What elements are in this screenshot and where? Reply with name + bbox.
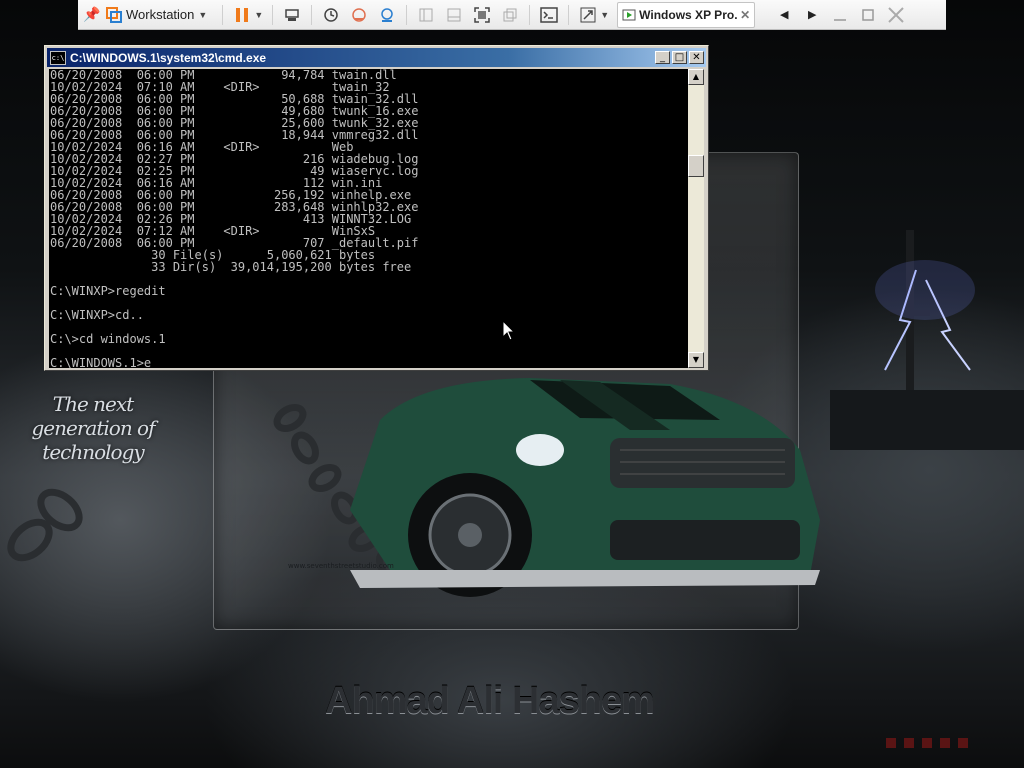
cmd-window-title: C:\WINDOWS.1\system32\cmd.exe <box>70 50 267 65</box>
send-keys-icon <box>285 8 299 21</box>
vm-tab-label: Windows XP Pro... <box>639 7 738 22</box>
workstation-menu[interactable]: Workstation ▼ <box>106 6 211 23</box>
chevron-down-icon[interactable]: ▼ <box>600 10 609 20</box>
unity-icon <box>503 8 517 21</box>
cmd-titlebar[interactable]: c:\ C:\WINDOWS.1\system32\cmd.exe _ □ ✕ <box>47 48 706 67</box>
console-view-button[interactable] <box>538 4 560 26</box>
toolbar-separator <box>311 4 313 25</box>
dot <box>940 738 950 748</box>
full-screen-icon <box>474 6 490 23</box>
vmware-toolbar: 📌 Workstation ▼ ▼ ▼ Windows XP Pro... ✕ … <box>78 0 946 30</box>
console-line: C:\>cd windows.1 <box>50 332 166 346</box>
toolbar-separator <box>272 4 274 25</box>
console-text[interactable]: 06/20/2008 06:00 PM 94,784 twain.dll 10/… <box>49 69 691 368</box>
maximize-button[interactable]: □ <box>672 51 687 64</box>
wallpaper-url-text: www.seventhstreetstudio.com <box>288 562 394 570</box>
tower-lightning-illustration <box>830 230 1024 450</box>
console-line: C:\WINXP>cd.. <box>50 308 144 322</box>
restore-icon[interactable] <box>857 4 879 26</box>
tab-scroll-right-icon[interactable]: ▶ <box>801 4 823 26</box>
revert-snapshot-icon <box>352 7 366 22</box>
toolbar-separator <box>406 4 408 25</box>
dot <box>886 738 896 748</box>
scroll-up-icon[interactable]: ▲ <box>688 69 704 85</box>
tab-scroll-left-icon[interactable]: ◀ <box>773 4 795 26</box>
close-button[interactable]: ✕ <box>689 51 704 64</box>
dot <box>922 738 932 748</box>
maximize-icon: □ <box>674 52 685 63</box>
wallpaper-dots <box>886 738 968 748</box>
wallpaper-tagline: The next generation of technology <box>31 392 156 464</box>
minimize-icon[interactable] <box>829 4 851 26</box>
pause-icon <box>236 7 249 22</box>
chevron-down-icon: ▼ <box>198 9 208 20</box>
wallpaper-signature: Ahmad Ali Hashem <box>325 680 655 722</box>
console-line: C:\WINDOWS.1>e <box>50 356 152 368</box>
close-icon[interactable] <box>885 4 907 26</box>
thumbnail-bar-icon <box>447 8 461 21</box>
snapshot-button[interactable] <box>320 4 342 26</box>
snapshot-manager-icon <box>381 7 393 22</box>
close-icon[interactable]: ✕ <box>740 8 750 22</box>
snapshot-clock-icon <box>324 7 338 22</box>
stretch-icon <box>580 7 596 22</box>
chevron-down-icon[interactable]: ▼ <box>254 10 263 20</box>
scrollbar-thumb[interactable] <box>688 155 704 177</box>
mouse-cursor-icon <box>502 320 516 341</box>
minimize-button[interactable]: _ <box>655 51 670 64</box>
unity-button[interactable] <box>499 4 521 26</box>
scroll-down-icon[interactable]: ▼ <box>688 352 704 368</box>
show-thumbnail-button[interactable] <box>443 4 465 26</box>
cmd-icon[interactable]: c:\ <box>50 50 66 65</box>
vertical-scrollbar[interactable]: ▲ ▼ <box>688 69 704 368</box>
toolbar-separator <box>568 4 570 25</box>
cmd-window[interactable]: c:\ C:\WINDOWS.1\system32\cmd.exe _ □ ✕ … <box>44 45 709 371</box>
console-line: C:\WINXP>regedit <box>50 284 166 298</box>
vm-running-icon <box>622 9 636 20</box>
stretch-guest-button[interactable] <box>577 4 599 26</box>
console-line: 33 Dir(s) 39,014,195,200 bytes free <box>50 260 412 274</box>
toolbar-separator <box>529 4 531 25</box>
dot <box>904 738 914 748</box>
send-keys-button[interactable] <box>281 4 303 26</box>
vm-tab-windows-xp[interactable]: Windows XP Pro... ✕ <box>617 1 756 28</box>
dot <box>958 738 968 748</box>
cmd-console-output[interactable]: 06/20/2008 06:00 PM 94,784 twain.dll 10/… <box>49 69 691 368</box>
minimize-icon: _ <box>660 52 665 63</box>
close-icon: ✕ <box>692 52 701 63</box>
library-panel-icon <box>419 8 433 21</box>
full-screen-button[interactable] <box>471 4 493 26</box>
pin-icon[interactable]: 📌 <box>81 4 103 26</box>
workstation-label: Workstation <box>126 7 195 22</box>
pause-button[interactable] <box>231 4 253 26</box>
workstation-logo-icon <box>106 6 122 23</box>
snapshot-manager-button[interactable] <box>376 4 398 26</box>
show-library-button[interactable] <box>415 4 437 26</box>
car-illustration <box>350 378 820 597</box>
console-view-icon <box>540 6 558 23</box>
toolbar-separator <box>222 4 224 25</box>
revert-snapshot-button[interactable] <box>348 4 370 26</box>
